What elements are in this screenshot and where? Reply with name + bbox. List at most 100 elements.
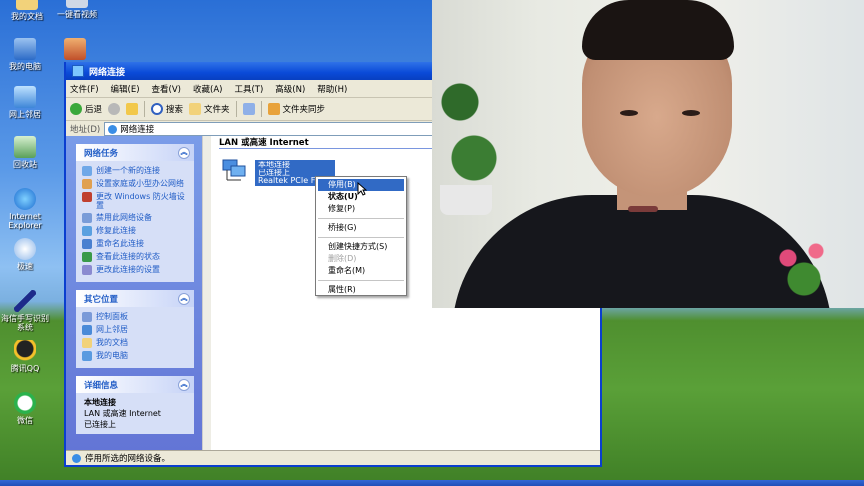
home-network-icon [82, 179, 92, 189]
menu-view[interactable]: 查看(V) [152, 83, 181, 95]
network-icon [14, 86, 36, 108]
other-places-panel: 其它位置 ︽ 控制面板 网上邻居 我的文档 我的电脑 [76, 290, 194, 368]
details-status: 已连接上 [84, 420, 116, 429]
network-icon [72, 453, 81, 463]
menu-item-repair[interactable]: 修复(P) [316, 203, 406, 215]
menu-file[interactable]: 文件(F) [70, 83, 99, 95]
person-hair [582, 0, 734, 60]
sync-icon [267, 103, 280, 115]
task-pane: 网络任务 ︽ 创建一个新的连接 设置家庭或小型办公网络 更改 Windows 防… [66, 136, 202, 450]
flower-pot-image [440, 185, 492, 215]
network-tasks-panel: 网络任务 ︽ 创建一个新的连接 设置家庭或小型办公网络 更改 Windows 防… [76, 144, 194, 282]
collapse-chevron-icon[interactable]: ︽ [178, 378, 190, 391]
flowers-image [764, 230, 844, 300]
folder-sync-button[interactable]: 文件夹同步 [267, 103, 325, 115]
address-label: 地址(D) [70, 125, 101, 135]
task-repair[interactable]: 修复此连接 [82, 226, 188, 236]
folder-icon [16, 0, 38, 10]
task-change-settings[interactable]: 更改此连接的设置 [82, 265, 188, 275]
desktop-icon-top-shortcut[interactable]: 一键看视频 [52, 0, 102, 19]
address-value: 网络连接 [120, 125, 155, 135]
menu-separator [318, 280, 404, 281]
internet-explorer-icon [14, 188, 36, 210]
qq-penguin-icon [14, 340, 36, 362]
place-control-panel[interactable]: 控制面板 [82, 312, 188, 322]
status-icon [82, 252, 92, 262]
recycle-bin-icon [14, 136, 36, 158]
firewall-icon [82, 192, 92, 202]
menu-item-properties[interactable]: 属性(R) [316, 284, 406, 296]
computer-icon [82, 351, 92, 361]
network-folder-icon [72, 65, 84, 77]
other-places-header[interactable]: 其它位置 ︽ [76, 290, 194, 307]
up-folder-icon[interactable] [126, 103, 139, 115]
person-eye [620, 110, 638, 116]
shortcut-icon [66, 0, 88, 8]
computer-icon [14, 38, 36, 60]
network-icon [108, 124, 118, 134]
toolbar-separator [260, 101, 262, 117]
menu-item-bridge[interactable]: 桥接(G) [316, 222, 406, 234]
back-button[interactable]: 后退 [70, 103, 102, 115]
control-panel-icon [82, 312, 92, 322]
task-create-connection[interactable]: 创建一个新的连接 [82, 166, 188, 176]
menu-advanced[interactable]: 高级(N) [275, 83, 305, 95]
task-pane-scrollbar[interactable] [202, 136, 211, 450]
menu-separator [318, 218, 404, 219]
place-my-computer[interactable]: 我的电脑 [82, 351, 188, 361]
status-text: 停用所选的网络设备。 [85, 454, 171, 464]
menu-item-delete: 删除(D) [328, 254, 357, 263]
status-bar: 停用所选的网络设备。 [66, 450, 600, 465]
desktop-icon-my-computer[interactable]: 我的电脑 [0, 38, 50, 71]
collapse-chevron-icon[interactable]: ︽ [178, 292, 190, 305]
archive-icon [64, 38, 86, 60]
folder-icon [189, 103, 202, 115]
task-rename[interactable]: 重命名此连接 [82, 239, 188, 249]
task-disable-device[interactable]: 禁用此网络设备 [82, 213, 188, 223]
views-icon[interactable] [242, 103, 255, 115]
desktop-icon-archive[interactable] [50, 38, 100, 62]
collapse-chevron-icon[interactable]: ︽ [178, 146, 190, 159]
person-mouth [628, 206, 658, 212]
menu-edit[interactable]: 编辑(E) [111, 83, 140, 95]
new-connection-icon [82, 166, 92, 176]
desktop-icon-recycle-bin[interactable]: 回收站 [0, 136, 50, 169]
wechat-icon [14, 392, 36, 414]
lan-connection-icon[interactable] [221, 158, 247, 182]
place-network[interactable]: 网上邻居 [82, 325, 188, 335]
network-tasks-header[interactable]: 网络任务 ︽ [76, 144, 194, 161]
menu-item-create-shortcut[interactable]: 创建快捷方式(S) [316, 241, 406, 253]
menu-favorites[interactable]: 收藏(A) [193, 83, 222, 95]
menu-tools[interactable]: 工具(T) [234, 83, 263, 95]
menu-item-rename[interactable]: 重命名(M) [316, 265, 406, 277]
details-name: 本地连接 [84, 398, 116, 407]
task-firewall[interactable]: 更改 Windows 防火墙设置 [82, 192, 188, 210]
desktop-icon-my-documents[interactable]: 我的文档 [2, 0, 52, 21]
desktop-icon-handwriting[interactable]: 海信手写识别系统 [0, 290, 50, 332]
connection-name: 本地连接 [258, 161, 290, 169]
details-type: LAN 或高速 Internet [84, 409, 161, 418]
forward-arrow-icon[interactable] [108, 103, 121, 115]
task-view-status[interactable]: 查看此连接的状态 [82, 252, 188, 262]
toolbar-separator [235, 101, 237, 117]
menu-help[interactable]: 帮助(H) [317, 83, 347, 95]
search-button[interactable]: 搜索 [151, 103, 183, 115]
plant-image [432, 60, 502, 200]
repair-icon [82, 226, 92, 236]
details-header[interactable]: 详细信息 ︽ [76, 376, 194, 393]
desktop-icon-browser[interactable]: 极速 [0, 238, 50, 271]
documents-icon [82, 338, 92, 348]
desktop-icon-network[interactable]: 网上邻居 [0, 86, 50, 119]
browser-icon [14, 238, 36, 260]
desktop-icon-ie[interactable]: Internet Explorer [0, 188, 50, 230]
place-my-documents[interactable]: 我的文档 [82, 338, 188, 348]
desktop-icon-qq[interactable]: 腾讯QQ [0, 340, 50, 373]
menu-separator [318, 237, 404, 238]
taskbar[interactable] [0, 480, 864, 486]
webcam-overlay [432, 0, 864, 308]
task-home-network[interactable]: 设置家庭或小型办公网络 [82, 179, 188, 189]
network-places-icon [82, 325, 92, 335]
disable-icon [82, 213, 92, 223]
folders-button[interactable]: 文件夹 [189, 103, 230, 115]
desktop-icon-wechat[interactable]: 微信 [0, 392, 50, 425]
